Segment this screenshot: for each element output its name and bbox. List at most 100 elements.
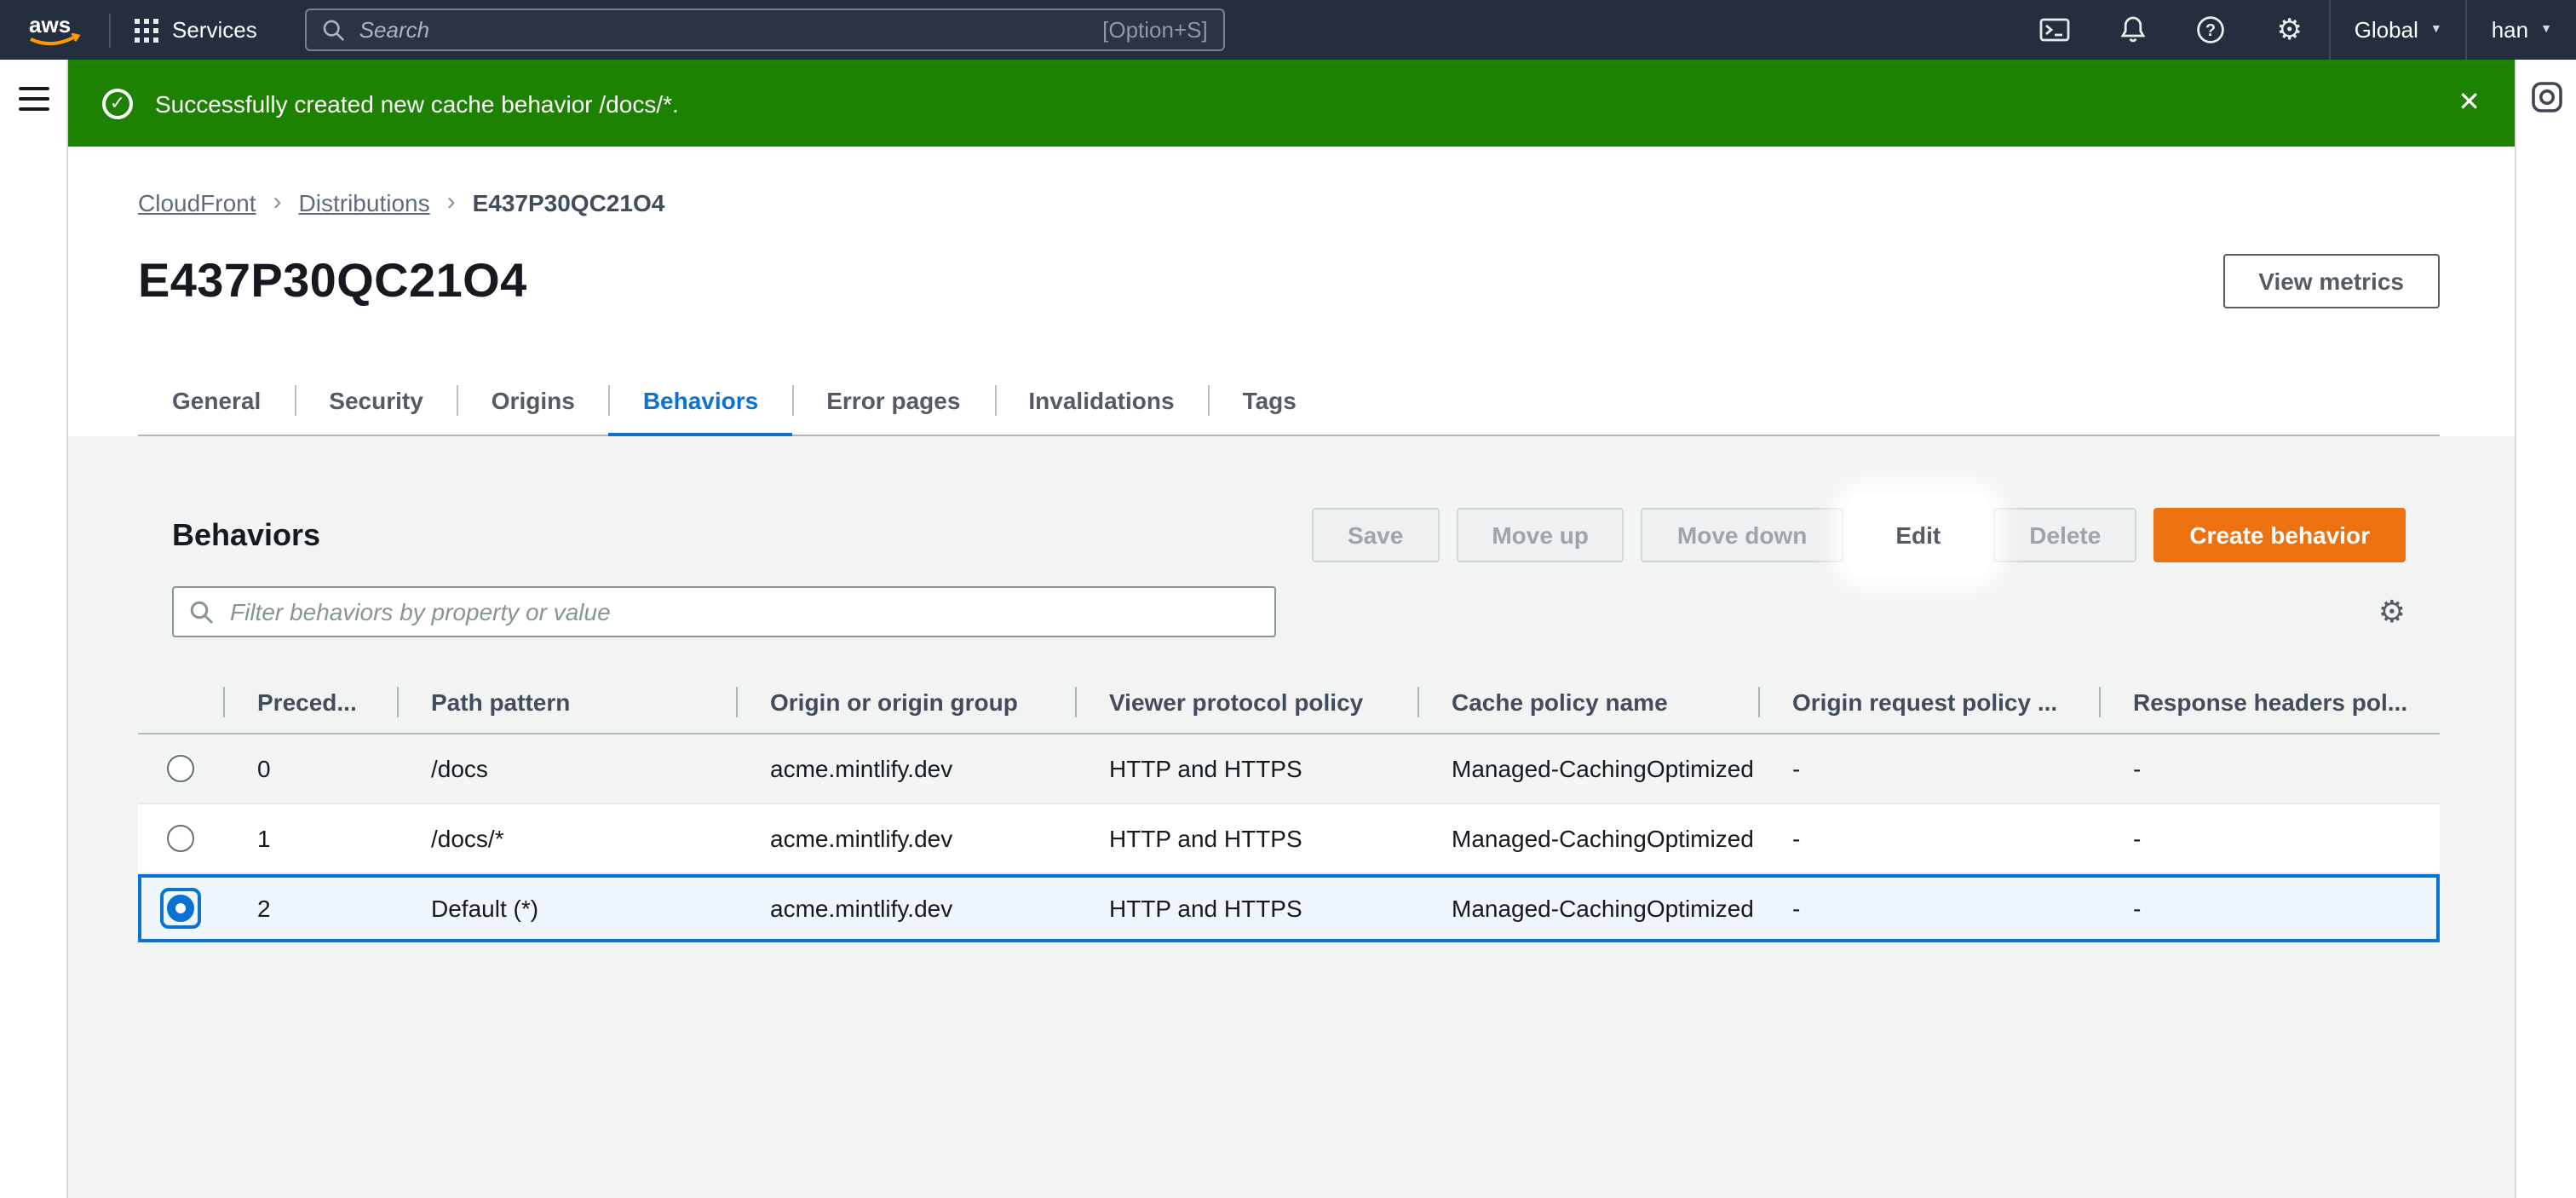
aws-console-page: aws Services — [0, 0, 2576, 1198]
cell-response-headers-policy: - — [2099, 755, 2440, 782]
column-header-select — [138, 671, 223, 733]
tab-label: General — [172, 387, 261, 414]
behavior-row[interactable]: 1 /docs/* acme.mintlify.dev HTTP and HTT… — [138, 804, 2440, 874]
behaviors-heading: Behaviors — [172, 517, 320, 553]
cell-origin-request-policy: - — [1758, 755, 2099, 782]
tab-invalidations[interactable]: Invalidations — [994, 366, 1208, 435]
delete-button[interactable]: Delete — [1993, 508, 2136, 562]
cloudshell-button[interactable] — [2015, 0, 2094, 60]
page-title: E437P30QC21O4 — [138, 254, 527, 308]
main-content: CloudFront › Distributions › E437P30QC21… — [68, 147, 2515, 1198]
row-select-radio[interactable] — [167, 755, 194, 782]
nav-right-cluster: ? ⚙ Global ▼ han ▼ — [2015, 0, 2576, 60]
distribution-tabs: General Security Origins Behaviors Error… — [138, 366, 2440, 435]
view-metrics-button[interactable]: View metrics — [2222, 254, 2440, 308]
flash-close-icon[interactable]: ✕ — [2458, 89, 2481, 117]
chevron-down-icon: ▼ — [2540, 24, 2552, 36]
filter-row: ⚙ — [138, 586, 2440, 637]
cloudshell-terminal-icon — [2039, 17, 2070, 43]
nav-left-cluster: aws Services — [0, 0, 1225, 60]
account-label: han — [2492, 17, 2528, 43]
breadcrumb-distributions-link[interactable]: Distributions — [299, 188, 430, 216]
aws-logo-icon: aws — [24, 9, 85, 50]
behaviors-table: Preced... Path pattern Origin or origin … — [138, 671, 2440, 944]
services-grid-icon — [135, 18, 158, 42]
save-button[interactable]: Save — [1312, 508, 1439, 562]
region-selector[interactable]: Global ▼ — [2329, 0, 2466, 60]
cell-origin-request-policy: - — [1758, 895, 2099, 922]
cell-precedence: 2 — [223, 895, 397, 922]
column-header-viewer-protocol-policy: Viewer protocol policy — [1075, 671, 1417, 733]
account-menu[interactable]: han ▼ — [2466, 0, 2576, 60]
row-select-radio[interactable] — [167, 825, 194, 852]
column-header-origin-request-policy: Origin request policy ... — [1758, 671, 2099, 733]
tab-origins[interactable]: Origins — [457, 366, 609, 435]
services-menu-button[interactable]: Services — [111, 0, 281, 60]
svg-text:aws: aws — [29, 11, 71, 37]
tab-behaviors[interactable]: Behaviors — [609, 366, 792, 435]
aws-logo[interactable]: aws — [24, 9, 85, 50]
create-behavior-button[interactable]: Create behavior — [2153, 508, 2406, 562]
search-icon — [189, 599, 215, 625]
filter-box — [172, 586, 1276, 637]
behavior-row-selected[interactable]: 2 Default (*) acme.mintlify.dev HTTP and… — [138, 874, 2440, 944]
cell-precedence: 0 — [223, 755, 397, 782]
tab-error-pages[interactable]: Error pages — [792, 366, 994, 435]
services-label: Services — [172, 17, 257, 43]
tab-tags[interactable]: Tags — [1209, 366, 1331, 435]
help-question-icon: ? — [2197, 15, 2226, 44]
page-header-section: CloudFront › Distributions › E437P30QC21… — [68, 147, 2515, 436]
cell-response-headers-policy: - — [2099, 825, 2440, 852]
move-down-button[interactable]: Move down — [1642, 508, 1843, 562]
cell-origin: acme.mintlify.dev — [736, 825, 1075, 852]
notifications-button[interactable] — [2094, 0, 2172, 60]
cell-viewer-protocol-policy: HTTP and HTTPS — [1075, 825, 1417, 852]
cell-origin: acme.mintlify.dev — [736, 755, 1075, 782]
hamburger-menu-icon[interactable] — [18, 87, 49, 111]
behavior-row[interactable]: 0 /docs acme.mintlify.dev HTTP and HTTPS… — [138, 734, 2440, 804]
cell-cache-policy: Managed-CachingOptimized — [1417, 825, 1758, 852]
search-shortcut-hint: [Option+S] — [1102, 17, 1208, 43]
column-header-precedence: Preced... — [223, 671, 397, 733]
gear-icon: ⚙ — [2276, 15, 2303, 44]
flash-message: Successfully created new cache behavior … — [155, 89, 679, 117]
column-header-origin: Origin or origin group — [736, 671, 1075, 733]
cell-path-pattern: /docs/* — [397, 825, 736, 852]
edit-button[interactable]: Edit — [1860, 508, 1976, 562]
right-panel-collapsed — [2515, 60, 2576, 1198]
column-header-cache-policy: Cache policy name — [1417, 671, 1758, 733]
row-select-radio-checked[interactable] — [167, 895, 194, 922]
tab-label: Origins — [492, 387, 575, 414]
cell-origin-request-policy: - — [1758, 825, 2099, 852]
global-search-input[interactable]: Search [Option+S] — [305, 9, 1225, 51]
breadcrumb: CloudFront › Distributions › E437P30QC21… — [138, 187, 2440, 216]
tab-label: Behaviors — [643, 387, 758, 414]
breadcrumb-cloudfront-link[interactable]: CloudFront — [138, 188, 256, 216]
move-up-button[interactable]: Move up — [1456, 508, 1624, 562]
help-button[interactable]: ? — [2172, 0, 2251, 60]
title-row: E437P30QC21O4 View metrics — [138, 254, 2440, 308]
cell-cache-policy: Managed-CachingOptimized — [1417, 895, 1758, 922]
right-panel-toggle-icon[interactable] — [2529, 80, 2563, 114]
filter-behaviors-input[interactable] — [227, 596, 1259, 627]
tab-label: Invalidations — [1028, 387, 1174, 414]
tab-label: Error pages — [826, 387, 960, 414]
tab-label: Security — [329, 387, 423, 414]
cell-path-pattern: Default (*) — [397, 895, 736, 922]
cell-response-headers-policy: - — [2099, 895, 2440, 922]
tab-general[interactable]: General — [138, 366, 295, 435]
breadcrumb-current: E437P30QC21O4 — [473, 188, 665, 216]
behaviors-panel: Behaviors Save Move up Move down Edit De… — [68, 436, 2515, 944]
settings-button[interactable]: ⚙ — [2251, 0, 2329, 60]
top-navigation-bar: aws Services — [0, 0, 2576, 60]
chevron-down-icon: ▼ — [2430, 24, 2442, 36]
cell-viewer-protocol-policy: HTTP and HTTPS — [1075, 895, 1417, 922]
success-flash-banner: ✓ Successfully created new cache behavio… — [68, 60, 2515, 147]
tab-security[interactable]: Security — [295, 366, 457, 435]
cell-cache-policy: Managed-CachingOptimized — [1417, 755, 1758, 782]
svg-text:?: ? — [2206, 21, 2217, 40]
table-preferences-gear-icon[interactable]: ⚙ — [2378, 596, 2406, 627]
behaviors-actions: Save Move up Move down Edit Delete Creat… — [1312, 508, 2406, 562]
behaviors-panel-header: Behaviors Save Move up Move down Edit De… — [138, 508, 2440, 562]
search-placeholder: Search — [359, 17, 429, 43]
